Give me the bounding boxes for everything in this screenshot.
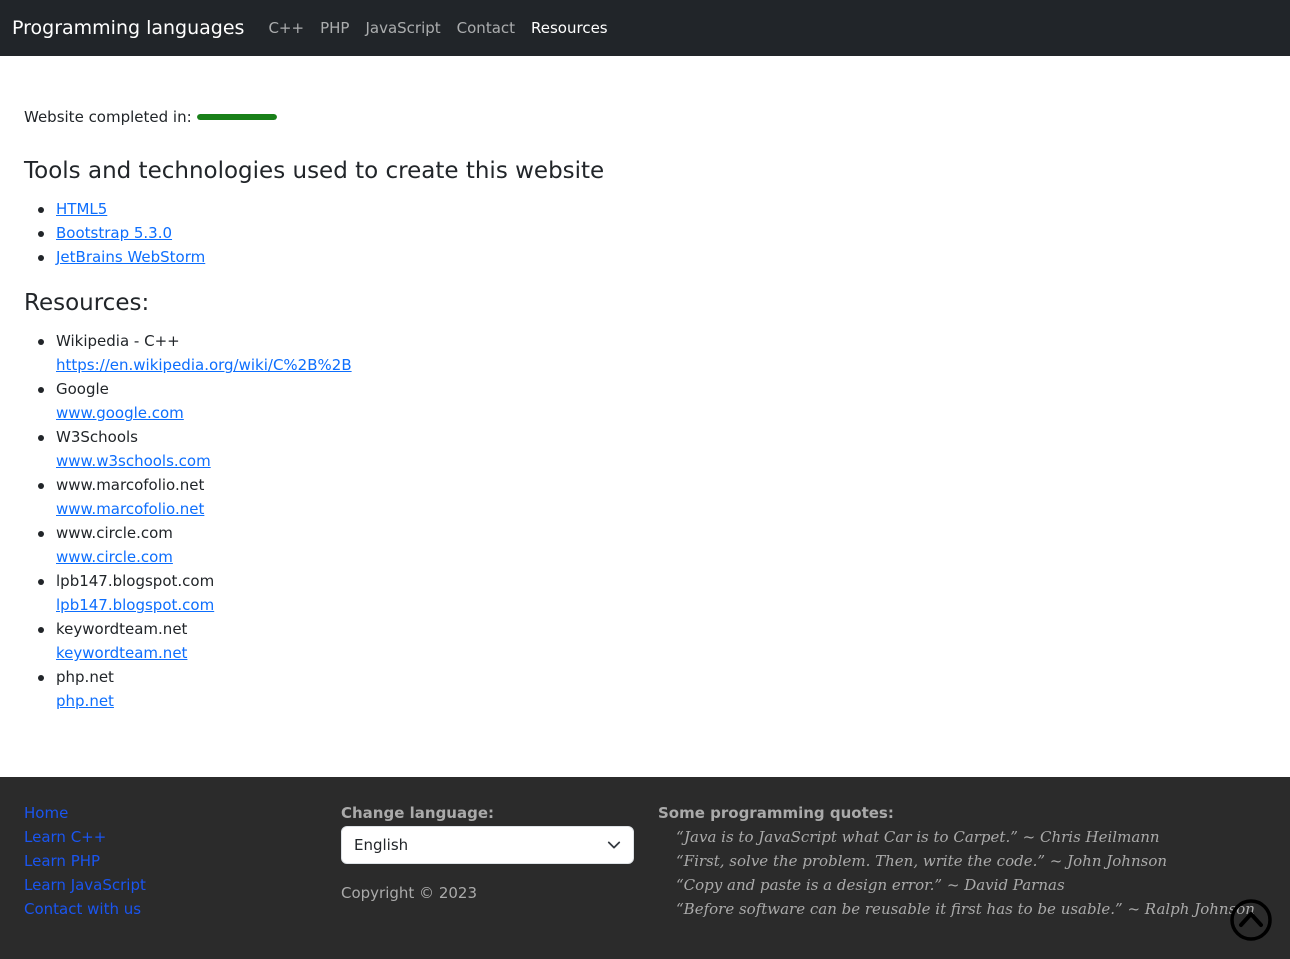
footer-link-learn-javascript[interactable]: Learn JavaScript — [24, 873, 146, 897]
resource-link[interactable]: lpb147.blogspot.com — [56, 596, 214, 614]
resource-name: www.circle.com — [56, 524, 173, 542]
quotes-section: Some programming quotes: “Java is to Jav… — [658, 801, 1255, 921]
list-item: www.circle.com www.circle.com — [24, 521, 352, 569]
resource-link[interactable]: www.google.com — [56, 404, 184, 422]
navbar-brand[interactable]: Programming languages — [12, 17, 244, 39]
language-select[interactable]: English — [341, 826, 634, 864]
tools-heading: Tools and technologies used to create th… — [24, 158, 605, 184]
resource-link[interactable]: php.net — [56, 692, 114, 710]
resource-link[interactable]: https://en.wikipedia.org/wiki/C%2B%2B — [56, 356, 352, 374]
completion-progress: Website completed in: — [24, 108, 277, 126]
progress-bar-fill — [196, 114, 277, 120]
language-selected-value: English — [354, 836, 409, 854]
resource-name: W3Schools — [56, 428, 138, 446]
resource-name: lpb147.blogspot.com — [56, 572, 215, 590]
progress-bar — [196, 114, 277, 120]
footer-links: Home Learn C++ Learn PHP Learn JavaScrip… — [24, 801, 146, 921]
footer-link-learn-cpp[interactable]: Learn C++ — [24, 825, 146, 849]
nav-link-contact[interactable]: Contact — [449, 19, 523, 37]
quotes-heading: Some programming quotes: — [658, 804, 894, 822]
resource-name: php.net — [56, 668, 114, 686]
quote: “Before software can be reusable it firs… — [676, 900, 1255, 918]
progress-label: Website completed in: — [24, 108, 192, 126]
navbar: Programming languages C++ PHP JavaScript… — [0, 0, 1290, 56]
resource-link[interactable]: www.marcofolio.net — [56, 500, 204, 518]
nav-link-php[interactable]: PHP — [312, 19, 357, 37]
resource-name: Wikipedia - C++ — [56, 332, 180, 350]
chevron-up-circle-icon[interactable] — [1229, 898, 1273, 942]
list-item: Bootstrap 5.3.0 — [24, 221, 205, 245]
quote: “Copy and paste is a design error.” ~ Da… — [676, 876, 1065, 894]
resource-link[interactable]: www.w3schools.com — [56, 452, 211, 470]
quote: “Java is to JavaScript what Car is to Ca… — [676, 828, 1160, 846]
nav-link-javascript[interactable]: JavaScript — [357, 19, 448, 37]
list-item: keywordteam.net keywordteam.net — [24, 617, 352, 665]
footer-link-contact[interactable]: Contact with us — [24, 897, 146, 921]
list-item: lpb147.blogspot.com lpb147.blogspot.com — [24, 569, 352, 617]
resources-list: Wikipedia - C++ https://en.wikipedia.org/… — [24, 329, 352, 713]
footer: Home Learn C++ Learn PHP Learn JavaScrip… — [0, 777, 1290, 959]
nav-link-cpp[interactable]: C++ — [260, 19, 312, 37]
language-label: Change language: — [341, 804, 495, 822]
resource-name: Google — [56, 380, 109, 398]
quote: “First, solve the problem. Then, write t… — [676, 852, 1168, 870]
list-item: W3Schools www.w3schools.com — [24, 425, 352, 473]
tool-link-bootstrap[interactable]: Bootstrap 5.3.0 — [56, 224, 172, 242]
nav-link-resources[interactable]: Resources — [523, 19, 616, 37]
tool-link-html5[interactable]: HTML5 — [56, 200, 107, 218]
resource-link[interactable]: keywordteam.net — [56, 644, 187, 662]
tools-list: HTML5 Bootstrap 5.3.0 JetBrains WebStorm — [24, 197, 205, 269]
resources-heading: Resources: — [24, 290, 150, 316]
footer-link-learn-php[interactable]: Learn PHP — [24, 849, 146, 873]
list-item: www.marcofolio.net www.marcofolio.net — [24, 473, 352, 521]
language-section: Change language: English Copyright © 202… — [341, 801, 634, 905]
list-item: Google www.google.com — [24, 377, 352, 425]
list-item: JetBrains WebStorm — [24, 245, 205, 269]
tool-link-webstorm[interactable]: JetBrains WebStorm — [56, 248, 205, 266]
resource-link[interactable]: www.circle.com — [56, 548, 173, 566]
list-item: HTML5 — [24, 197, 205, 221]
list-item: Wikipedia - C++ https://en.wikipedia.org/… — [24, 329, 352, 377]
resource-name: www.marcofolio.net — [56, 476, 205, 494]
footer-link-home[interactable]: Home — [24, 801, 146, 825]
chevron-down-icon — [607, 841, 621, 849]
list-item: php.net php.net — [24, 665, 352, 713]
copyright: Copyright © 2023 — [341, 884, 478, 902]
resource-name: keywordteam.net — [56, 620, 188, 638]
